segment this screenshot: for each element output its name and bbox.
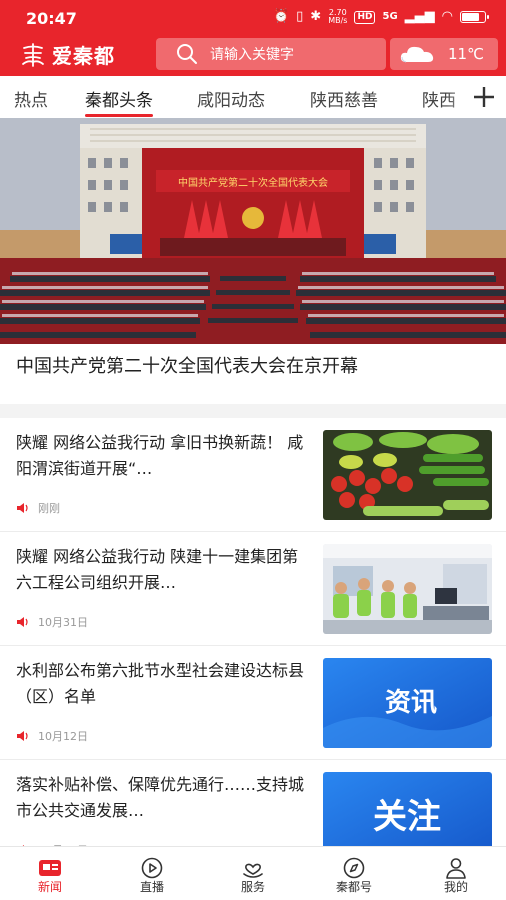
news-item[interactable]: 水利部公布第六批节水型社会建设达标县（区）名单 10月12日 资讯 <box>0 646 506 760</box>
nav-live[interactable]: 直播 <box>112 847 192 900</box>
nav-qindu-account[interactable]: 秦都号 <box>314 847 394 900</box>
alarm-icon: ⏰ <box>272 9 290 24</box>
hero-image[interactable]: 中国共产党第二十次全国代表大会 <box>0 118 506 344</box>
news-time: 10月12日 <box>38 730 88 743</box>
news-title: 陕耀 网络公益我行动 陕建十一建集团第六工程公司组织开展… <box>16 547 299 592</box>
status-icons: ⏰ ▯ ✱ 2.70 MB/s HD 5G ▂▄▆ ◠ <box>272 8 489 25</box>
tab-qindu-headlines[interactable]: 秦都头条 <box>85 86 153 117</box>
news-item[interactable]: 陕耀 网络公益我行动 陕建十一建集团第六工程公司组织开展… 10月31日 <box>0 532 506 646</box>
search-placeholder: 请输入关键字 <box>210 47 294 63</box>
logo-text: 爱秦都 <box>52 44 115 68</box>
news-time: 10月31日 <box>38 616 88 629</box>
nav-label: 我的 <box>443 880 468 894</box>
cloud-icon <box>400 46 434 63</box>
weather-temp: 11℃ <box>448 45 484 63</box>
vegetables-photo <box>323 430 492 520</box>
app-header: 20:47 ⏰ ▯ ✱ 2.70 MB/s HD 5G ▂▄▆ ◠ 爱秦都 请输入… <box>0 0 506 76</box>
thumb-label: 关注 <box>373 797 441 837</box>
nav-mine[interactable]: 我的 <box>416 847 496 900</box>
network-speed: 2.70 MB/s <box>328 8 348 25</box>
volunteers-photo <box>323 544 492 634</box>
heart-hand-icon <box>243 863 263 878</box>
tab-shaanxi-charity[interactable]: 陕西慈善 <box>310 86 378 111</box>
nav-label: 服务 <box>240 880 265 894</box>
status-bar: 20:47 ⏰ ▯ ✱ 2.70 MB/s HD 5G ▂▄▆ ◠ <box>0 0 506 34</box>
hero-title[interactable]: 中国共产党第二十次全国代表大会在京开幕 <box>16 356 490 378</box>
nav-news[interactable]: 新闻 <box>10 847 90 900</box>
news-meta: 10月31日 <box>16 614 88 630</box>
nav-service[interactable]: 服务 <box>213 847 293 900</box>
bluetooth-icon: ✱ <box>310 9 322 24</box>
tab-xianyang-news[interactable]: 咸阳动态 <box>197 86 265 111</box>
info-card: 资讯 <box>323 658 492 748</box>
wifi-icon: ◠ <box>441 9 453 24</box>
tab-hot[interactable]: 热点 <box>14 86 48 111</box>
add-channel-icon[interactable] <box>472 85 496 109</box>
news-time: 刚刚 <box>38 502 60 515</box>
news-title: 陕耀 网络公益我行动 拿旧书换新蔬！ 咸阳渭滨街道开展“… <box>16 433 304 478</box>
news-thumbnail <box>323 544 492 634</box>
section-divider <box>0 404 506 418</box>
nav-label: 新闻 <box>37 880 62 894</box>
news-item[interactable]: 陕耀 网络公益我行动 拿旧书换新蔬！ 咸阳渭滨街道开展“… 刚刚 <box>0 418 506 532</box>
news-title: 落实补贴补偿、保障优先通行……支持城市公共交通发展… <box>16 775 305 820</box>
hd-badge: HD <box>354 10 376 24</box>
news-icon <box>39 860 61 876</box>
vibrate-icon: ▯ <box>296 9 304 24</box>
speaker-icon <box>17 617 28 627</box>
news-thumbnail <box>323 430 492 520</box>
speaker-icon <box>17 503 28 513</box>
nav-label: 直播 <box>139 880 164 894</box>
bottom-nav: 新闻 直播 服务 秦都号 我的 <box>0 846 506 900</box>
battery-icon <box>460 11 489 23</box>
compass-icon <box>343 857 365 879</box>
congress-hall-photo: 中国共产党第二十次全国代表大会 <box>0 118 506 344</box>
signal-icon: ▂▄▆ <box>404 9 435 24</box>
play-icon <box>141 857 163 879</box>
logo-icon <box>22 42 44 67</box>
app-logo: 爱秦都 <box>20 40 115 69</box>
network-type: 5G <box>382 11 398 22</box>
thumb-label: 资讯 <box>385 688 437 718</box>
news-thumbnail: 资讯 <box>323 658 492 748</box>
search-icon <box>177 44 197 64</box>
user-icon <box>446 858 466 879</box>
search-box[interactable]: 请输入关键字 <box>156 38 386 70</box>
channel-tabs: 热点 秦都头条 咸阳动态 陕西慈善 陕西 <box>0 76 506 118</box>
weather-widget[interactable]: 11℃ <box>390 38 498 70</box>
nav-label: 秦都号 <box>335 880 372 894</box>
hero-banner-text: 中国共产党第二十次全国代表大会 <box>178 176 328 189</box>
news-meta: 10月12日 <box>16 728 88 744</box>
speaker-icon <box>17 731 28 741</box>
news-meta: 刚刚 <box>16 500 60 516</box>
news-title: 水利部公布第六批节水型社会建设达标县（区）名单 <box>16 661 305 706</box>
status-time: 20:47 <box>26 9 77 28</box>
